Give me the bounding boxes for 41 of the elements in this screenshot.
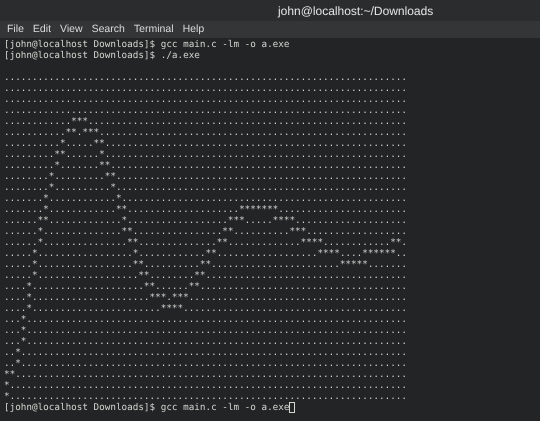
terminal-line: *....................................................................... (4, 391, 407, 402)
terminal-line: ......**.............*..................***.....****.................... (4, 215, 407, 226)
terminal-line: ...*.................................................................... (4, 314, 407, 325)
terminal-line: ....*.......................****........................................ (4, 303, 407, 314)
terminal-line: .........**......*...................................................... (4, 149, 407, 160)
menu-item[interactable]: Edit (32, 22, 52, 38)
terminal-line: ....*....................**......**..................................... (4, 281, 407, 292)
terminal-line: ........................................................................ (4, 94, 407, 105)
terminal-line: ..*..................................................................... (4, 358, 407, 369)
menu-item[interactable]: View (60, 22, 83, 38)
terminal-line: ..*..................................................................... (4, 347, 407, 358)
terminal-line: ....*.....................***.***....................................... (4, 292, 407, 303)
menu-item[interactable]: File (7, 22, 24, 38)
terminal-line: .........*.......**..................................................... (4, 160, 407, 171)
menu-item[interactable]: Search (92, 22, 125, 38)
terminal-line: [john@localhost Downloads]$ gcc main.c -lm -o a.exe (4, 402, 290, 413)
menu-item[interactable]: Help (182, 22, 204, 38)
window-title: john@localhost:~/Downloads (278, 2, 434, 20)
terminal-line: ............***......................................................... (4, 116, 407, 127)
terminal-line: ........*.........**.................................................... (4, 171, 407, 182)
terminal-line: .......*............**....................*******....................... (4, 204, 407, 215)
terminal-line: .....*..................**........**.................................... (4, 270, 407, 281)
terminal-line: ...*.................................................................... (4, 325, 407, 336)
terminal-line: ........................................................................ (4, 72, 407, 83)
terminal-line: ...........**.***....................................................... (4, 127, 407, 138)
terminal-line: ........................................................................ (4, 83, 407, 94)
menu-item[interactable]: Terminal (134, 22, 174, 38)
terminal-line: **...................................................................... (4, 369, 407, 380)
text-cursor (289, 402, 296, 413)
terminal-line: *....................................................................... (4, 380, 407, 391)
terminal-line: ..........*.....**...................................................... (4, 138, 407, 149)
terminal-line: ...*.................................................................... (4, 336, 407, 347)
terminal-line: ......*..............**................**..........***.................. (4, 226, 407, 237)
terminal-line: [john@localhost Downloads]$ ./a.exe (4, 50, 200, 61)
terminal-line: .......*............*................................................... (4, 193, 407, 204)
terminal-line: ......*...............**..............**.............****............**. (4, 237, 407, 248)
terminal-line: ........................................................................ (4, 105, 407, 116)
terminal-line: [john@localhost Downloads]$ gcc main.c -lm -o a.exe (4, 39, 290, 50)
terminal-line: .....*.................**..........**.......................*****....... (4, 259, 407, 270)
terminal-line: ........*..........*.................................................... (4, 182, 407, 193)
terminal-line: .....*.................*............**..................****....******.. (4, 248, 407, 259)
